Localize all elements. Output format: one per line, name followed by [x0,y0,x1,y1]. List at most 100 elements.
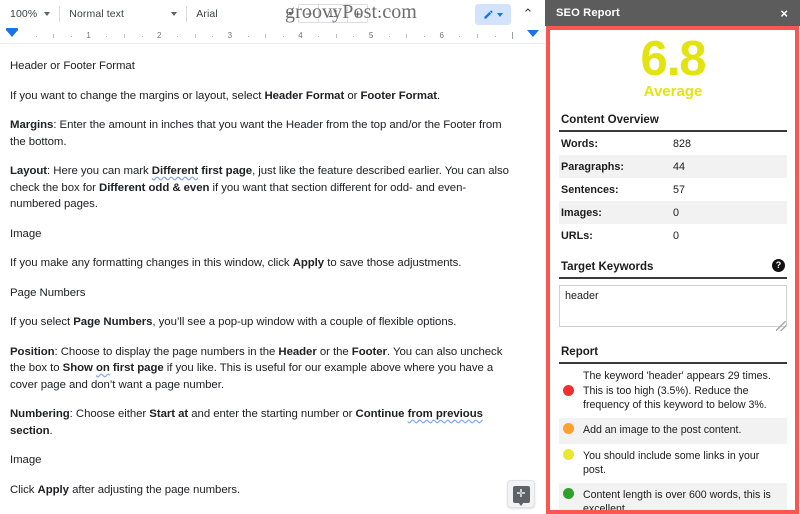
report-list: The keyword 'header' appears 29 times. T… [559,364,787,510]
document-paragraph: Page Numbers [10,286,86,299]
document-paragraph: If you make any formatting changes in th… [10,257,462,269]
ruler-tick [318,36,320,37]
ruler-number: 6 [439,31,444,40]
content-overview-row: Sentences: 57 [559,178,787,201]
content-overview-value: 0 [673,206,680,219]
seo-score-value: 6.8 [640,32,706,86]
document-paragraph: Image [10,454,42,466]
severity-dot-icon [563,487,574,499]
content-overview-label: URLs: [561,229,593,242]
content-overview-value: 0 [673,229,680,242]
document-paragraph: Click Apply after adjusting the page num… [10,483,241,496]
chevron-down-icon [497,12,503,17]
ruler-tick [335,34,337,38]
docs-toolbar: 100% Normal text Arial − 11 + ··· groovy… [0,0,545,28]
textarea-resize-handle[interactable] [776,321,786,331]
content-overview-row: URLs: 0 [559,224,787,247]
ruler-tick [106,36,108,37]
font-family-dropdown[interactable]: Arial [196,3,295,25]
content-overview-label: Words: [561,137,598,150]
ruler-tick [123,34,125,38]
document-ruler[interactable]: 1 2 3 4 5 6 [0,28,545,44]
severity-dot-icon [563,422,574,434]
content-overview-label: Paragraphs: [561,160,625,173]
ruler-tick [477,34,479,38]
content-overview-row: Images: 0 [559,201,787,224]
ruler-tick [353,36,355,37]
comment-plus-glyph: ✛ [512,485,530,506]
severity-dot-icon [563,448,574,460]
content-overview-value: 828 [673,137,692,150]
ruler-tick [53,34,55,38]
pencil-icon [483,9,494,20]
zoom-dropdown[interactable]: 100% [10,3,51,25]
add-comment-icon[interactable]: ✛ [507,480,535,508]
paragraph-style-value: Normal text [69,7,125,20]
report-heading: Report [559,342,787,364]
report-item: Add an image to the post content. [559,417,787,444]
groovypost-watermark: groovyPost.com [285,1,417,23]
document-page[interactable]: Header or Footer Format If you want to ch… [0,44,545,514]
ruler-tick [194,34,196,38]
ruler-number: 2 [157,31,162,40]
document-paragraph: Position: Choose to display the page num… [10,345,503,391]
paragraph-style-dropdown[interactable]: Normal text [69,3,178,25]
chevron-down-icon [171,11,178,16]
seo-report-panel: SEO Report × 6.8 Average Content Overvie… [545,0,800,514]
ruler-tick [70,36,72,37]
question-mark-icon[interactable]: ? [772,259,785,272]
seo-panel-title: SEO Report [556,7,620,19]
ruler-tick [35,36,37,37]
document-paragraph: If you want to change the margins or lay… [10,89,441,102]
severity-dot-icon [563,385,574,397]
document-paragraph: Margins: Enter the amount in inches that… [10,119,502,148]
zoom-value: 100% [10,7,38,20]
target-keywords-input[interactable] [559,285,787,327]
ruler-tick [247,36,249,37]
ruler-number: 5 [368,31,374,40]
ruler-tick [265,34,267,38]
close-icon[interactable]: × [776,5,792,22]
ruler-tick [406,34,408,38]
document-paragraph: Header or Footer Format [10,60,135,72]
content-overview-label: Sentences: [561,183,619,196]
content-overview-row: Paragraphs: 44 [559,155,787,178]
content-overview-value: 44 [673,160,686,173]
ruler-tick [388,36,390,37]
right-indent-marker[interactable] [527,30,539,37]
ruler-tick [459,36,461,37]
left-indent-marker[interactable] [6,30,18,37]
font-family-value: Arial [196,7,218,20]
document-paragraph: Image [10,227,42,240]
ruler-tick [424,36,426,37]
toolbar-divider [186,5,188,22]
seo-score-label: Average [643,83,703,100]
report-item: Content length is over 600 words, this i… [559,482,787,511]
document-paragraph: If you select Page Numbers, you’ll see a… [10,316,457,328]
document-scroll-area[interactable]: Header or Footer Format If you want to ch… [0,44,545,514]
ruler-tick [494,36,496,37]
ruler-track: 1 2 3 4 5 6 [18,28,523,44]
seo-panel-header: SEO Report × [545,0,800,26]
google-docs-editor: 100% Normal text Arial − 11 + ··· groovy… [0,0,545,514]
ruler-tick [512,32,514,39]
report-item-text: Content length is over 600 words, this i… [583,488,771,511]
content-overview-table: Words: 828 Paragraphs: 44 Sentences: 57 Images… [559,132,787,247]
report-item-text: The keyword 'header' appears 29 times. T… [583,370,771,411]
seo-panel-body-frame: 6.8 Average Content Overview Words: 828 Pa… [546,26,799,514]
seo-score-block: 6.8 Average [559,30,787,101]
ruler-tick [176,36,178,37]
report-item-text: Add an image to the post content. [583,423,742,436]
ruler-tick [212,36,214,37]
editing-mode-button[interactable] [475,4,511,25]
ruler-number: 4 [298,31,303,40]
ruler-tick [282,36,284,37]
content-overview-heading: Content Overview [559,110,787,132]
collapse-toolbar-button[interactable]: ⌃ [519,5,537,23]
content-overview-value: 57 [673,183,686,196]
report-item: The keyword 'header' appears 29 times. T… [559,364,787,418]
ruler-number: 3 [227,31,233,40]
ruler-tick [141,36,143,37]
content-overview-row: Words: 828 [559,132,787,155]
app-root: 100% Normal text Arial − 11 + ··· groovy… [0,0,800,514]
